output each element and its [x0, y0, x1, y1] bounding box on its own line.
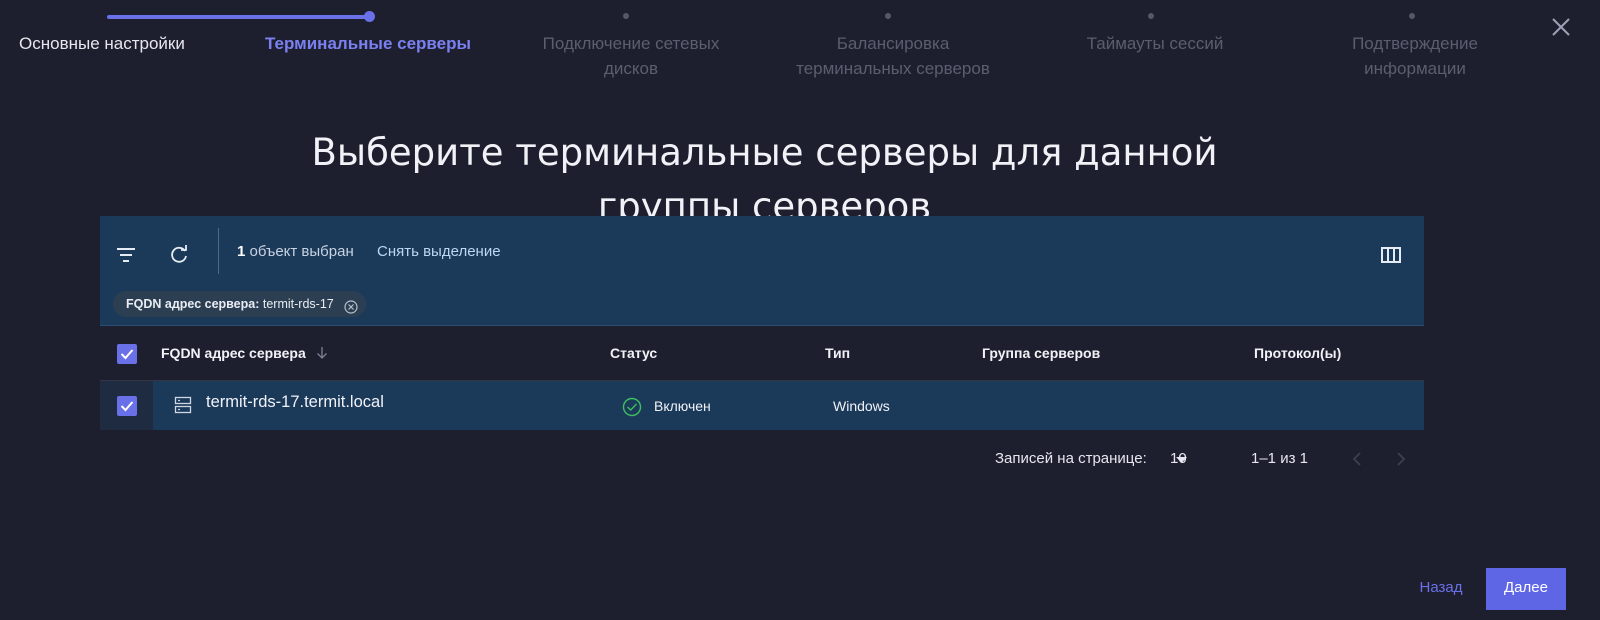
selection-info: 1 объект выбран [237, 243, 354, 260]
toolbar-divider [218, 228, 219, 274]
caret-down-icon [1176, 450, 1187, 467]
remove-filter-icon[interactable] [344, 297, 358, 314]
filter-chip: FQDN адрес сервера: termit-rds-17 [113, 291, 366, 317]
status-ok-icon [622, 397, 642, 421]
column-header-fqdn[interactable]: FQDN адрес сервера [161, 345, 328, 363]
wizard-stepper: Основные настройки Терминальные серверы … [0, 0, 1600, 90]
cell-fqdn: termit-rds-17.termit.local [206, 393, 384, 411]
table-row[interactable]: termit-rds-17.termit.local Включен Windo… [100, 381, 1424, 430]
step-session-timeouts[interactable]: Таймауты сессий [1070, 31, 1240, 56]
stepper-progress-track [107, 15, 371, 19]
columns-icon[interactable] [1376, 240, 1406, 270]
step-terminal-servers[interactable]: Терминальные серверы [265, 31, 471, 56]
filter-chip-key: FQDN адрес сервера: [126, 297, 260, 311]
row-checkbox[interactable] [117, 396, 137, 416]
stepper-dot [1409, 13, 1415, 19]
server-icon [174, 396, 192, 418]
step-balancing[interactable]: Балансировка терминальных серверов [778, 31, 1008, 81]
cell-status: Включен [654, 398, 711, 414]
selected-text: объект выбран [249, 243, 354, 260]
column-header-type[interactable]: Тип [825, 345, 850, 361]
step-confirmation[interactable]: Подтверждение информации [1330, 31, 1500, 81]
filter-chip-value: termit-rds-17 [262, 297, 334, 311]
step-basic-settings[interactable]: Основные настройки [19, 31, 185, 56]
select-all-checkbox[interactable] [117, 344, 137, 364]
close-icon[interactable] [1550, 16, 1572, 38]
chevron-right-icon[interactable] [1396, 451, 1406, 471]
column-header-protocols[interactable]: Протокол(ы) [1254, 345, 1341, 361]
stepper-dot [885, 13, 891, 19]
arrow-down-icon [316, 346, 328, 363]
table-header: FQDN адрес сервера Статус Тип Группа сер… [100, 326, 1424, 381]
cell-type: Windows [833, 398, 890, 414]
refresh-icon[interactable] [164, 240, 194, 270]
stepper-dot-current [364, 11, 375, 22]
column-header-status[interactable]: Статус [610, 345, 657, 361]
next-button[interactable]: Далее [1486, 568, 1566, 610]
step-network-drives[interactable]: Подключение сетевых дисков [526, 31, 736, 81]
chevron-left-icon[interactable] [1352, 451, 1362, 471]
column-header-group[interactable]: Группа серверов [982, 345, 1100, 361]
clear-selection-link[interactable]: Снять выделение [377, 243, 501, 260]
servers-table-panel: 1 объект выбран Снять выделение FQDN адр… [100, 216, 1424, 430]
selected-count: 1 [237, 243, 246, 260]
back-button[interactable]: Назад [1407, 568, 1475, 608]
table-toolbar: 1 объект выбран Снять выделение FQDN адр… [100, 216, 1424, 326]
filter-icon[interactable] [111, 240, 141, 270]
stepper-dot [623, 13, 629, 19]
stepper-dot [1148, 13, 1154, 19]
page-range: 1–1 из 1 [1251, 450, 1308, 467]
pagination: Записей на странице: 10 1–1 из 1 [0, 450, 1600, 470]
per-page-label: Записей на странице: [995, 450, 1147, 467]
